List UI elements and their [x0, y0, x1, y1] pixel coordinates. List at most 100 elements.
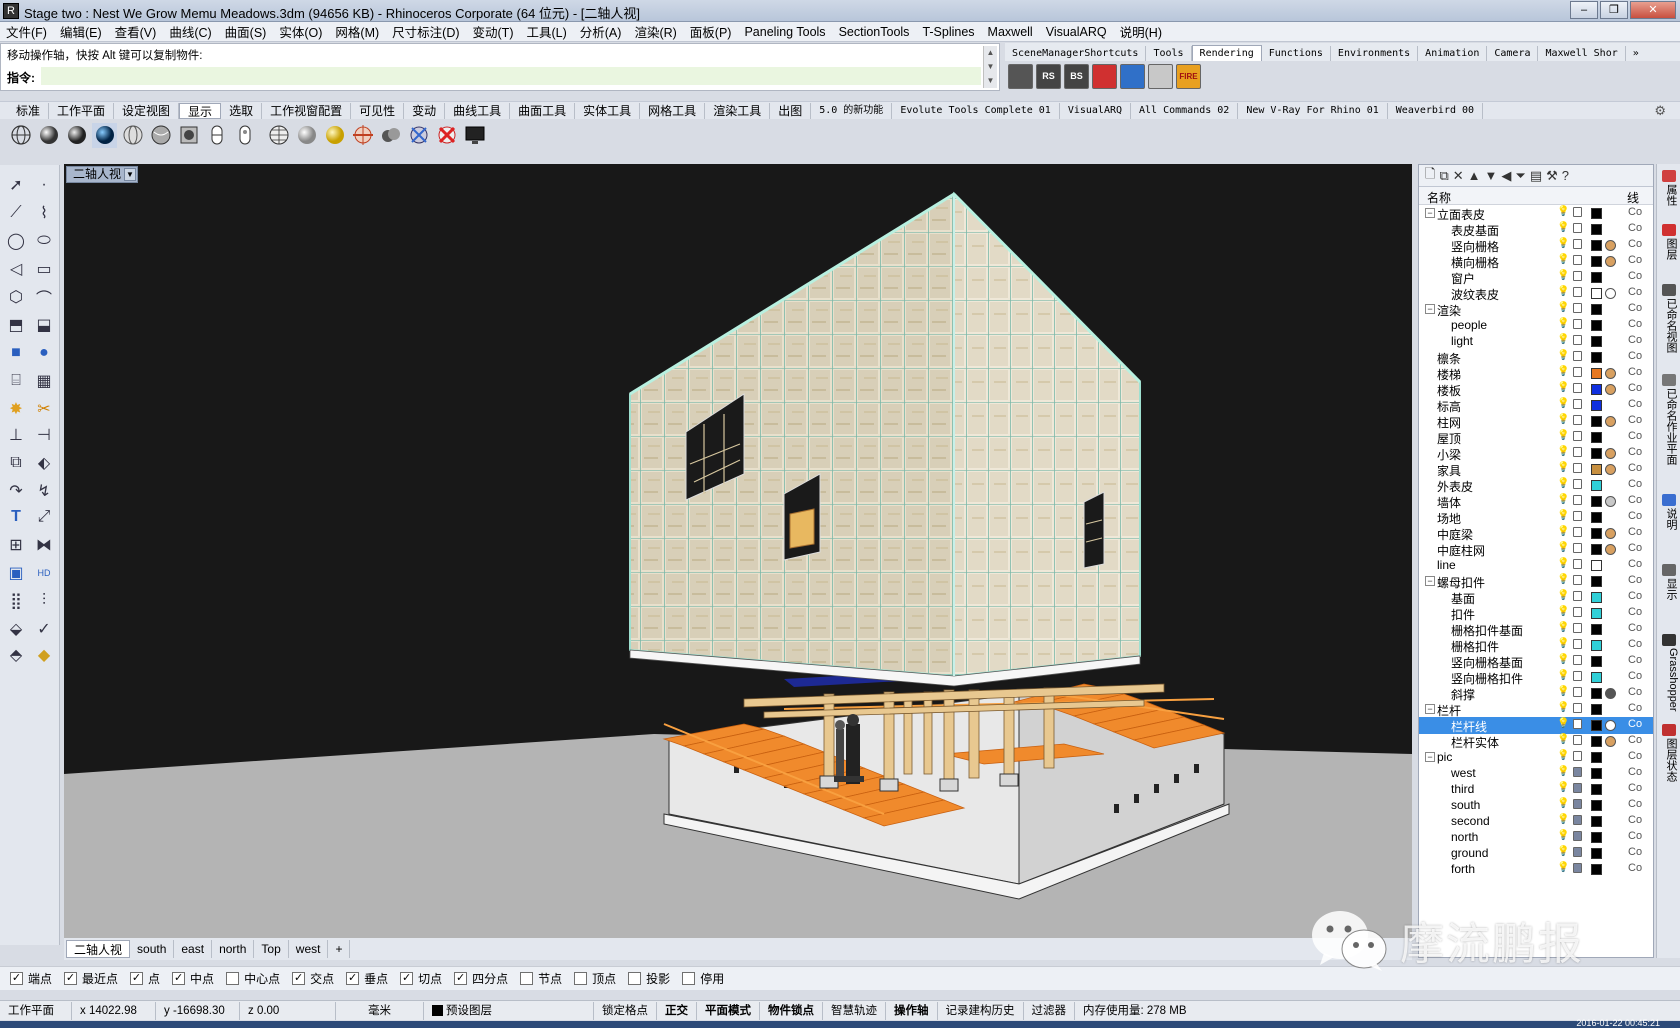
layer-visibility-bulb-icon[interactable]: 💡: [1557, 414, 1569, 425]
maximize-button[interactable]: ❐: [1600, 1, 1628, 19]
layer-lock-icon[interactable]: [1573, 623, 1582, 633]
layer-color-swatch[interactable]: [1591, 528, 1602, 539]
layer-row[interactable]: 外表皮 💡 Co: [1419, 477, 1653, 494]
layer-material-icon[interactable]: [1605, 720, 1616, 731]
layer-row[interactable]: forth 💡 Co: [1419, 861, 1653, 878]
layer-expander-icon[interactable]: −: [1425, 208, 1435, 218]
layer-row[interactable]: 小梁 💡 Co: [1419, 445, 1653, 462]
osnap-5[interactable]: ✓ 交点: [292, 970, 334, 987]
material-icon[interactable]: ◆: [32, 643, 56, 667]
layer-material-icon[interactable]: [1605, 240, 1616, 251]
layer-color-swatch[interactable]: [1591, 560, 1602, 571]
viewport-tab-west[interactable]: west: [289, 940, 329, 958]
menu-item-4[interactable]: 曲面(S): [225, 22, 267, 41]
layer-lock-icon[interactable]: [1573, 783, 1582, 793]
main-tab-6[interactable]: 可见性: [351, 102, 405, 119]
viewport-tab-north[interactable]: north: [212, 940, 255, 958]
add-viewport-tab-button[interactable]: +: [328, 940, 351, 958]
layer-visibility-bulb-icon[interactable]: 💡: [1557, 766, 1569, 777]
layer-visibility-bulb-icon[interactable]: 💡: [1557, 286, 1569, 297]
rectangle-icon[interactable]: ▭: [32, 257, 56, 281]
layer-lock-icon[interactable]: [1573, 831, 1582, 841]
layer-row[interactable]: − 立面表皮 💡 Co: [1419, 205, 1653, 222]
layer-visibility-bulb-icon[interactable]: 💡: [1557, 318, 1569, 329]
layer-visibility-bulb-icon[interactable]: 💡: [1557, 526, 1569, 537]
new-layer-icon[interactable]: 🗋: [1425, 165, 1435, 187]
layer-visibility-bulb-icon[interactable]: 💡: [1557, 670, 1569, 681]
layer-expander-icon[interactable]: −: [1425, 752, 1435, 762]
layer-lock-icon[interactable]: [1573, 399, 1582, 409]
layer-expander-icon[interactable]: −: [1425, 304, 1435, 314]
layer-row[interactable]: 标高 💡 Co: [1419, 397, 1653, 414]
layer-color-swatch[interactable]: [1591, 416, 1602, 427]
layer-color-swatch[interactable]: [1591, 784, 1602, 795]
layer-row[interactable]: 栏杆线 💡 Co: [1419, 717, 1653, 734]
layer-color-swatch[interactable]: [1591, 464, 1602, 475]
layer-color-swatch[interactable]: [1591, 400, 1602, 411]
layer-color-swatch[interactable]: [1591, 624, 1602, 635]
layer-row[interactable]: 栅格扣件 💡 Co: [1419, 637, 1653, 654]
menu-item-7[interactable]: 尺寸标注(D): [392, 22, 459, 41]
ellipse-icon[interactable]: ⬭: [32, 229, 56, 253]
layer-material-icon[interactable]: [1605, 448, 1616, 459]
layer-row[interactable]: − pic 💡 Co: [1419, 749, 1653, 766]
main-tab-7[interactable]: 变动: [404, 102, 446, 119]
align-icon[interactable]: ⫶: [32, 589, 56, 613]
box-icon[interactable]: ■: [4, 341, 28, 365]
osnap-7[interactable]: ✓ 切点: [400, 970, 442, 987]
osnap-10[interactable]: 顶点: [574, 970, 616, 987]
right-tab-icon-7[interactable]: [1662, 724, 1676, 736]
arc-icon[interactable]: ◁: [4, 257, 28, 281]
osnap-checkbox[interactable]: [682, 972, 696, 985]
layer-states-icon[interactable]: ▤: [1530, 168, 1542, 184]
osnap-checkbox[interactable]: ✓: [400, 972, 414, 985]
osnap-12[interactable]: 停用: [682, 970, 724, 987]
layer-visibility-bulb-icon[interactable]: 💡: [1557, 510, 1569, 521]
layer-color-swatch[interactable]: [1591, 384, 1602, 395]
mirror-icon[interactable]: ⧓: [32, 533, 56, 557]
right-tab-icon-4[interactable]: [1662, 494, 1676, 506]
fillet-icon[interactable]: ↷: [4, 479, 28, 503]
layer-color-swatch[interactable]: [1591, 336, 1602, 347]
status-layer[interactable]: 预设图层: [424, 1001, 594, 1020]
fillet-curve-icon[interactable]: ⌒: [32, 285, 56, 309]
artistic-icon[interactable]: [176, 123, 201, 148]
layer-visibility-bulb-icon[interactable]: 💡: [1557, 270, 1569, 281]
group-icon[interactable]: ⬖: [32, 451, 56, 475]
layer-lock-icon[interactable]: [1573, 303, 1582, 313]
menu-item-18[interactable]: 说明(H): [1120, 22, 1162, 41]
osnap-8[interactable]: ✓ 四分点: [454, 970, 508, 987]
menu-item-16[interactable]: Maxwell: [988, 25, 1033, 39]
layer-lock-icon[interactable]: [1573, 703, 1582, 713]
layer-lock-icon[interactable]: [1573, 607, 1582, 617]
light-sphere-icon[interactable]: [322, 123, 347, 148]
layer-row[interactable]: west 💡 Co: [1419, 765, 1653, 782]
right-tab-3[interactable]: 已命名作业平面: [1659, 388, 1679, 465]
status-grid-snap[interactable]: 锁定格点: [594, 1001, 657, 1020]
layer-row[interactable]: 横向栅格 💡 Co: [1419, 253, 1653, 270]
circle-icon[interactable]: ◯: [4, 229, 28, 253]
status-smarttrack[interactable]: 智慧轨迹: [823, 1001, 886, 1020]
layer-lock-icon[interactable]: [1573, 799, 1582, 809]
layer-lock-icon[interactable]: [1573, 367, 1582, 377]
status-gumball[interactable]: 操作轴: [886, 1001, 938, 1020]
sphere-icon[interactable]: [294, 123, 319, 148]
layer-color-swatch[interactable]: [1591, 352, 1602, 363]
status-planar[interactable]: 平面模式: [697, 1001, 760, 1020]
layer-color-swatch[interactable]: [1591, 448, 1602, 459]
layer-visibility-bulb-icon[interactable]: 💡: [1557, 446, 1569, 457]
osnap-9[interactable]: 节点: [520, 970, 562, 987]
menu-item-14[interactable]: SectionTools: [839, 25, 910, 39]
layer-lock-icon[interactable]: [1573, 543, 1582, 553]
main-tab-0[interactable]: 标准: [8, 102, 50, 119]
render-icon-bs[interactable]: BS: [1064, 64, 1089, 89]
layer-color-swatch[interactable]: [1591, 480, 1602, 491]
layer-visibility-bulb-icon[interactable]: 💡: [1557, 366, 1569, 377]
environment-icon[interactable]: [378, 123, 403, 148]
render-icon-rs[interactable]: RS: [1036, 64, 1061, 89]
layer-row[interactable]: 表皮基面 💡 Co: [1419, 221, 1653, 238]
layer-lock-icon[interactable]: [1573, 847, 1582, 857]
layer-row[interactable]: − 渲染 💡 Co: [1419, 301, 1653, 318]
minimize-button[interactable]: –: [1570, 1, 1598, 19]
layer-row[interactable]: 竖向栅格 💡 Co: [1419, 237, 1653, 254]
